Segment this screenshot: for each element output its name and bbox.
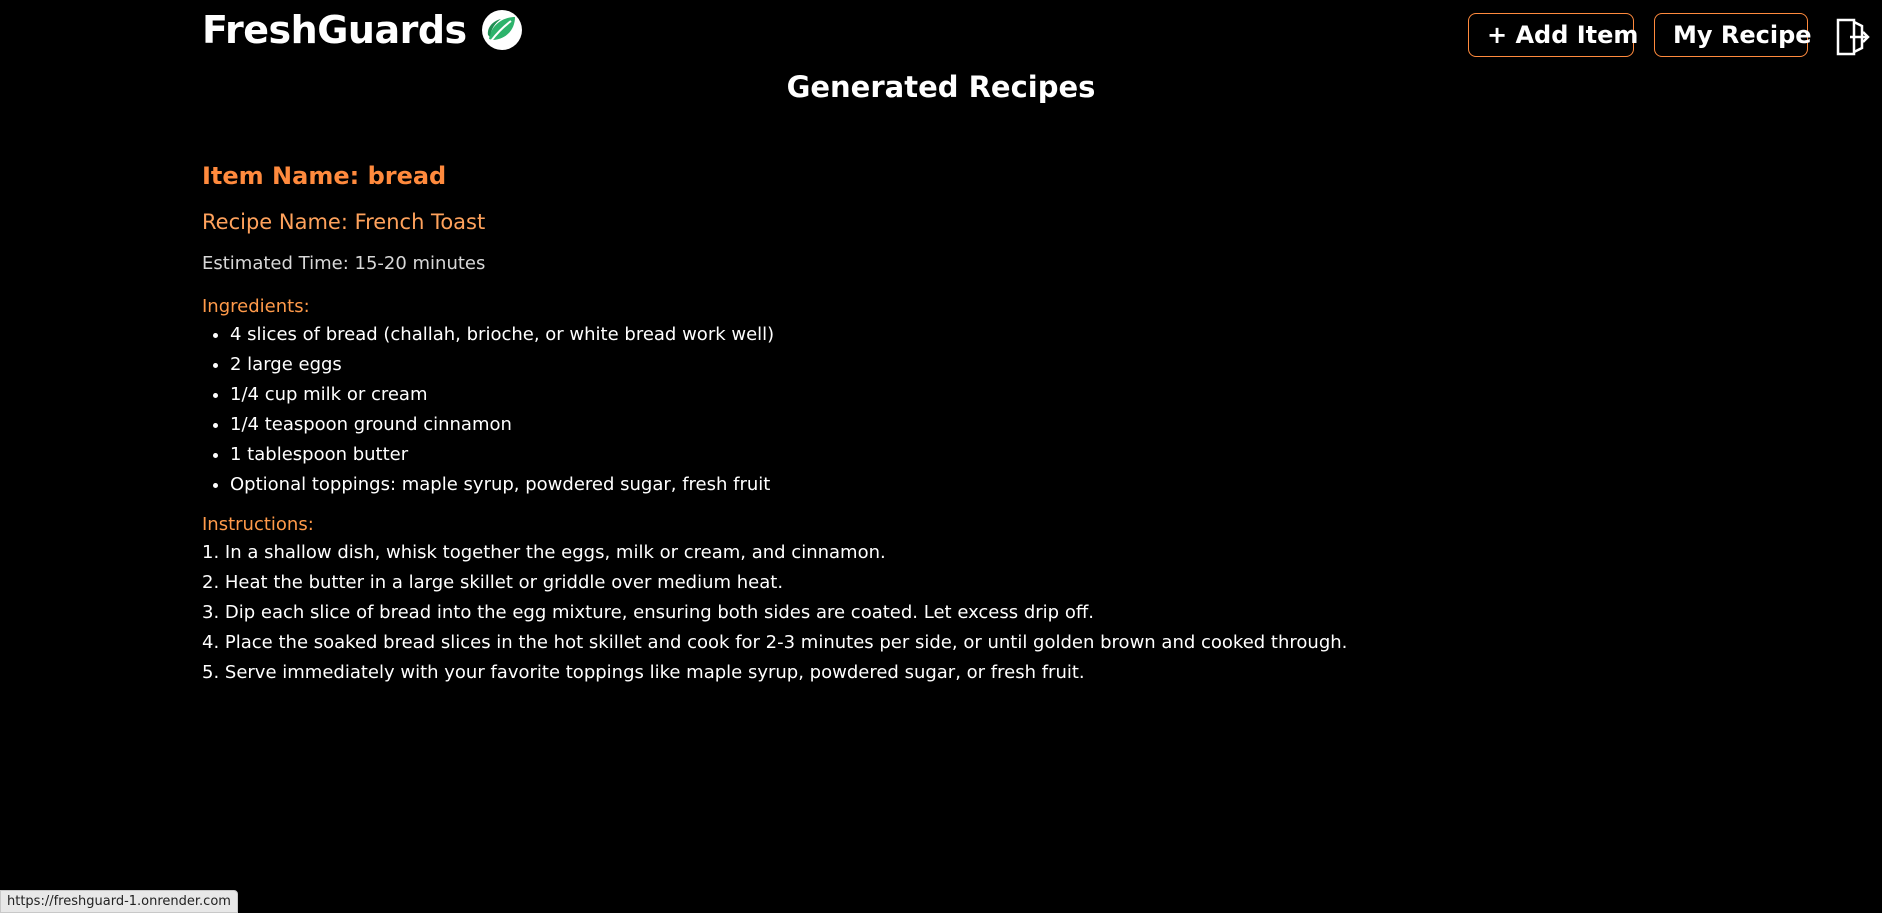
instruction-step: 3. Dip each slice of bread into the egg …: [202, 602, 1094, 623]
estimated-time: Estimated Time: 15-20 minutes: [202, 253, 486, 274]
instruction-step: 4. Place the soaked bread slices in the …: [202, 632, 1348, 653]
ingredients-list: 4 slices of bread (challah, brioche, or …: [202, 320, 1682, 500]
instruction-step: 2. Heat the butter in a large skillet or…: [202, 572, 784, 593]
add-item-button[interactable]: + Add Item: [1468, 13, 1638, 57]
instruction-step: 1. In a shallow dish, whisk together the…: [202, 542, 886, 563]
brand[interactable]: FreshGuards: [202, 8, 523, 52]
logout-icon[interactable]: [1836, 18, 1870, 56]
my-recipe-button[interactable]: My Recipe: [1654, 13, 1812, 57]
ingredient-item: 1/4 teaspoon ground cinnamon: [230, 410, 1682, 440]
item-name: Item Name: bread: [202, 162, 447, 190]
status-bar-url: https://freshguard-1.onrender.com: [0, 890, 238, 913]
ingredient-item: 1/4 cup milk or cream: [230, 380, 1682, 410]
ingredient-item: 1 tablespoon butter: [230, 440, 1682, 470]
recipe-card: Item Name: bread Recipe Name: French Toa…: [202, 160, 1682, 688]
brand-name[interactable]: FreshGuards: [202, 8, 467, 52]
instruction-step: 5. Serve immediately with your favorite …: [202, 662, 1085, 683]
leaf-icon: [481, 9, 523, 51]
ingredients-label: Ingredients:: [202, 296, 310, 317]
ingredient-item: Optional toppings: maple syrup, powdered…: [230, 470, 1682, 500]
instructions-label: Instructions:: [202, 514, 314, 535]
recipe-name: Recipe Name: French Toast: [202, 210, 486, 234]
ingredient-item: 2 large eggs: [230, 350, 1682, 380]
instructions-list: 1. In a shallow dish, whisk together the…: [202, 538, 1682, 688]
ingredient-item: 4 slices of bread (challah, brioche, or …: [230, 320, 1682, 350]
app-page: FreshGuards + Add Item My Recipe Generat…: [0, 0, 1882, 913]
page-title: Generated Recipes: [786, 70, 1096, 104]
